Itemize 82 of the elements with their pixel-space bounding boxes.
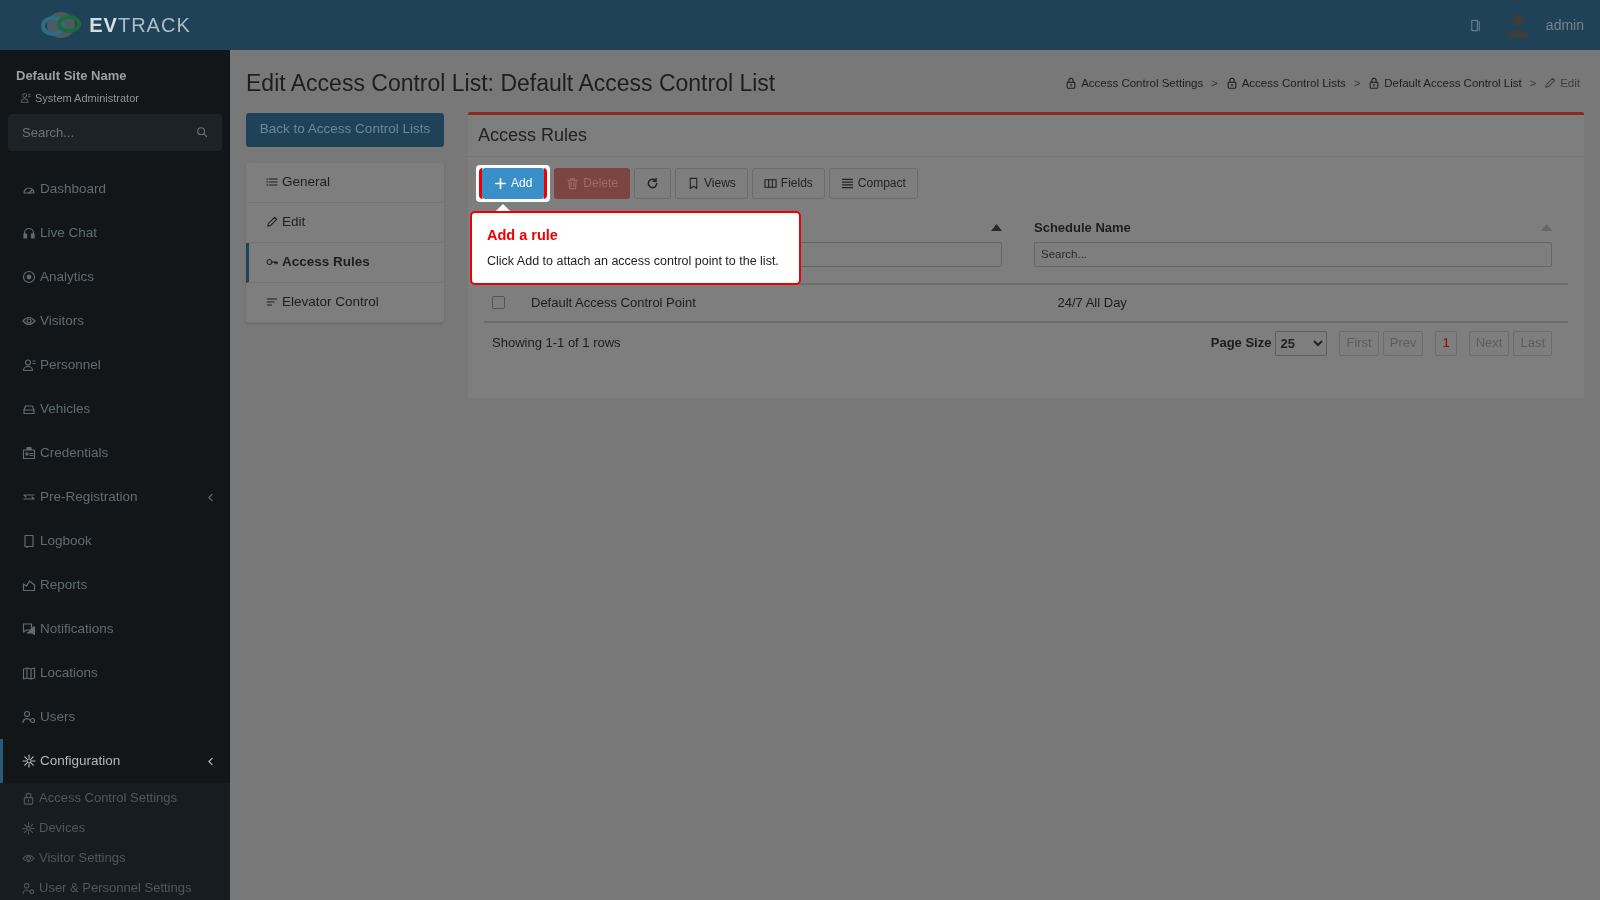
list-icon [266, 176, 278, 188]
user-role: System Administrator [35, 90, 139, 106]
chat-icon [22, 622, 36, 636]
sidebar-item[interactable]: Users [0, 695, 230, 739]
user-gear-icon [22, 881, 35, 895]
submenu-item[interactable]: User & Personnel Settings [0, 873, 230, 900]
id-card-icon [22, 446, 36, 460]
toolbar-button[interactable]: Fields [751, 167, 825, 199]
pencil-icon [266, 216, 278, 228]
back-button[interactable]: Back to Access Control Lists [246, 112, 444, 147]
key-icon [266, 256, 278, 268]
chart-icon [22, 578, 36, 592]
toolbar-button[interactable]: Compact [828, 167, 918, 199]
book-icon [22, 534, 36, 548]
toolbar-button[interactable]: Add [482, 167, 545, 199]
toolbar-button[interactable]: Views [675, 167, 748, 199]
pencil-icon [1544, 77, 1557, 90]
lock-icon [1368, 77, 1381, 90]
logo-text: EVTRACK [89, 13, 191, 38]
pager-button[interactable]: 1 [1435, 330, 1457, 356]
side-tab[interactable]: Access Rules [246, 242, 444, 283]
sidebar-item[interactable]: Credentials [0, 431, 230, 475]
submenu-item[interactable]: Devices [0, 813, 230, 843]
column-header[interactable]: Schedule Name [1034, 217, 1131, 238]
sidebar-item[interactable]: Visitors [0, 299, 230, 343]
row-checkbox[interactable] [492, 296, 505, 309]
side-tab[interactable]: General [246, 162, 444, 203]
user-name[interactable]: admin [1545, 14, 1584, 36]
rows-summary: Showing 1-1 of 1 rows [492, 334, 621, 353]
person-icon [22, 358, 36, 372]
search-field[interactable]: Search... [8, 114, 222, 151]
door-icon[interactable] [1468, 18, 1482, 32]
table-cell: Default Access Control Point [531, 294, 696, 310]
trash-icon [566, 176, 580, 190]
lock-icon [1065, 77, 1078, 90]
lock-icon [1225, 77, 1238, 90]
tour-title: Add a rule [487, 225, 559, 245]
sidebar-item[interactable]: Pre-Registration [0, 475, 230, 519]
column-search-field[interactable]: Search... [1034, 241, 1552, 267]
target-icon [22, 270, 36, 284]
submenu-item[interactable]: Access Control Settings [0, 783, 230, 813]
lines-icon [266, 296, 278, 308]
breadcrumb-separator: > [1529, 76, 1537, 91]
search-icon [196, 126, 208, 138]
plus-icon [494, 176, 507, 190]
breadcrumb-link[interactable]: Access Control Lists [1225, 74, 1346, 92]
car-icon [22, 402, 36, 416]
page-size-select[interactable]: 25 [1275, 330, 1328, 356]
sidebar-item[interactable]: Logbook [0, 519, 230, 563]
sidebar-item[interactable]: Analytics [0, 255, 230, 299]
tour-text: Click Add to attach an access control point to the list. [487, 253, 780, 271]
submenu-item[interactable]: Visitor Settings [0, 843, 230, 873]
breadcrumb-link[interactable]: Access Control Settings [1065, 74, 1204, 92]
sidebar-item[interactable]: Dashboard [0, 167, 230, 211]
eye-icon [22, 314, 36, 328]
sort-arrow-icon[interactable] [991, 224, 1002, 231]
sidebar-item[interactable]: Live Chat [0, 211, 230, 255]
sidebar-item[interactable]: Locations [0, 651, 230, 695]
lock-icon [22, 791, 35, 805]
sidebar-item[interactable]: Notifications [0, 607, 230, 651]
page-title: Edit Access Control List: Default Access Control List [246, 69, 776, 98]
sidebar-item[interactable]: Personnel [0, 343, 230, 387]
table-cell: 24/7 All Day [1057, 294, 1127, 310]
refresh-button[interactable] [634, 167, 672, 199]
user-gear-icon [22, 710, 36, 724]
person-icon [20, 92, 31, 104]
card-title: Access Rules [468, 114, 1584, 157]
side-tab[interactable]: Edit [246, 202, 444, 243]
columns-icon [763, 176, 777, 190]
page-size-label: Page Size [1210, 334, 1272, 353]
headset-icon [22, 226, 36, 240]
side-tab[interactable]: Elevator Control [246, 282, 444, 323]
refresh-icon [646, 176, 660, 190]
breadcrumb-separator: > [1211, 76, 1218, 91]
breadcrumb-link[interactable]: Edit [1544, 74, 1580, 92]
lines-icon [840, 176, 854, 190]
breadcrumb-separator: > [1353, 76, 1361, 91]
sidebar-item[interactable]: Vehicles [0, 387, 230, 431]
map-icon [22, 666, 36, 680]
site-name: Default Site Name [16, 67, 128, 85]
breadcrumb-link[interactable]: Default Access Control List [1368, 74, 1522, 92]
sidebar-item[interactable]: Reports [0, 563, 230, 607]
